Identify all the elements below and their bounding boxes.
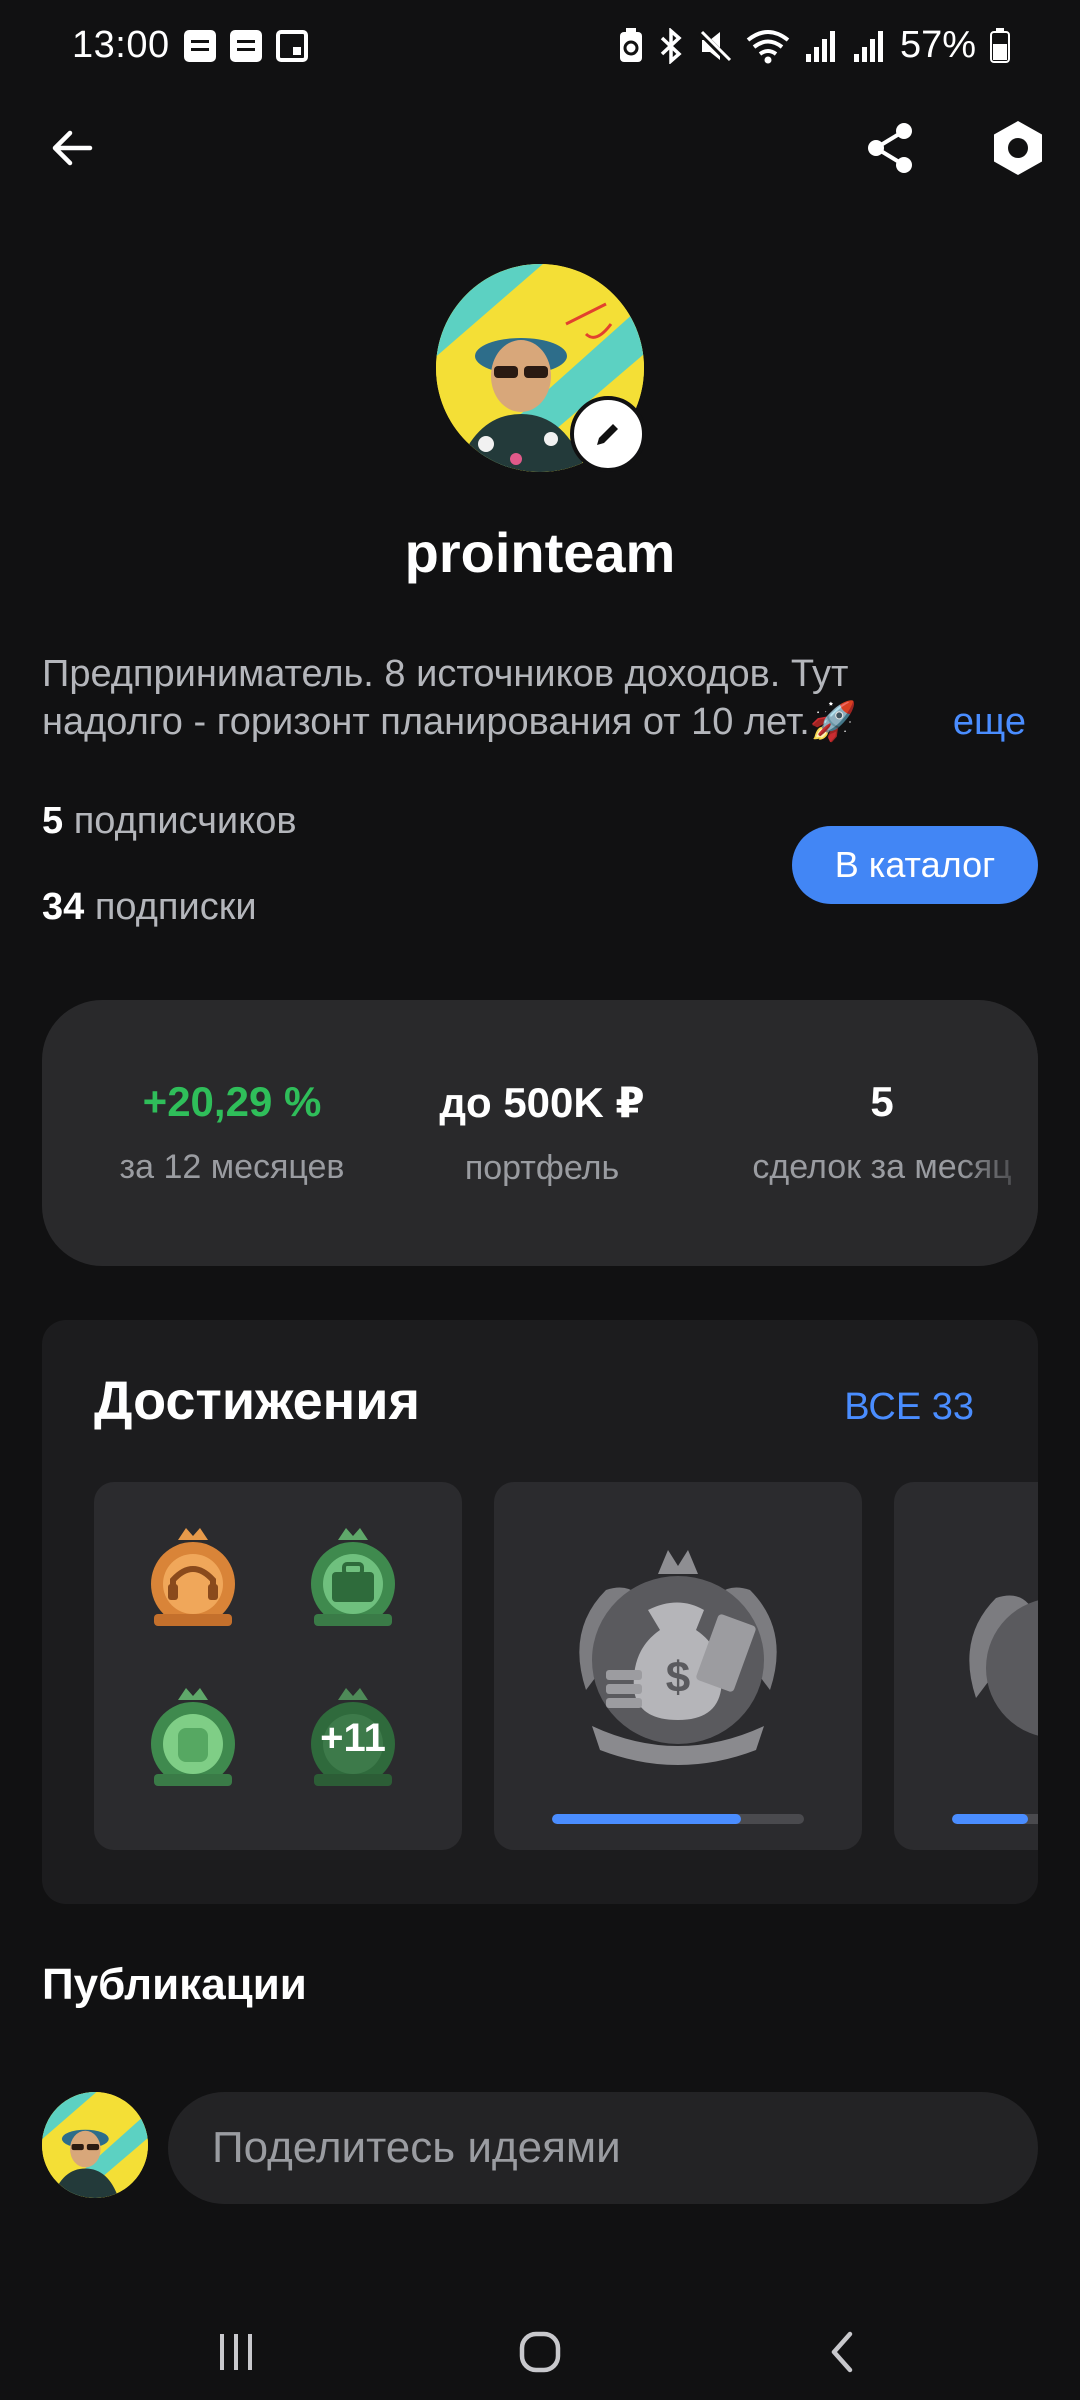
followers-label: подписчиков bbox=[73, 800, 297, 842]
publications-title: Публикации bbox=[42, 1960, 307, 2009]
progress-fill bbox=[952, 1814, 1028, 1824]
hand-badge-icon bbox=[151, 1688, 235, 1786]
catalog-button[interactable]: В каталог bbox=[792, 826, 1038, 904]
system-indicators: 57% bbox=[618, 24, 1010, 67]
headphones-badge-icon bbox=[151, 1528, 235, 1626]
achievements-card: Достижения ВСЕ 33 +11 $ bbox=[42, 1320, 1038, 1904]
avatar-image bbox=[42, 2092, 148, 2198]
home-button[interactable] bbox=[510, 2322, 570, 2382]
achievement-tile[interactable]: $ bbox=[494, 1482, 862, 1850]
notes-icon bbox=[230, 30, 262, 62]
stats-card[interactable]: +20,29 % за 12 месяцев до 500K ₽ портфел… bbox=[42, 1000, 1038, 1266]
compose-avatar bbox=[42, 2092, 148, 2198]
briefcase-badge-icon bbox=[311, 1528, 395, 1626]
compose-post-input[interactable]: Поделитесь идеями bbox=[168, 2092, 1038, 2204]
achievement-tile[interactable] bbox=[894, 1482, 1038, 1850]
wifi-icon bbox=[746, 29, 790, 63]
status-time: 13:00 bbox=[72, 24, 170, 66]
achievement-progress bbox=[552, 1814, 804, 1824]
mute-icon bbox=[697, 29, 732, 64]
pencil-icon bbox=[597, 424, 618, 445]
recent-apps-button[interactable] bbox=[206, 2322, 266, 2382]
battery-icon bbox=[990, 27, 1010, 63]
achievements-title: Достижения bbox=[94, 1371, 421, 1431]
following-label: подписки bbox=[94, 886, 257, 928]
top-app-bar bbox=[0, 100, 1080, 196]
calendar-icon bbox=[276, 30, 308, 62]
home-icon bbox=[519, 2331, 561, 2373]
notification-icons bbox=[184, 30, 308, 62]
svg-text:$: $ bbox=[666, 1653, 690, 1702]
followers-count: 5 bbox=[42, 800, 64, 842]
fade-overlay bbox=[958, 1000, 1038, 1266]
username: prointeam bbox=[404, 521, 676, 584]
system-navigation-bar bbox=[0, 2300, 1080, 2400]
stat-value: +20,29 % bbox=[142, 1078, 322, 1125]
battery-percent: 57% bbox=[899, 24, 976, 66]
bio-line-1: Предприниматель. 8 источников доходов. Т… bbox=[42, 653, 849, 695]
achievement-progress bbox=[952, 1814, 1038, 1824]
locked-badge-icon bbox=[969, 1595, 1038, 1736]
more-count: +11 bbox=[320, 1716, 386, 1760]
settings-button[interactable] bbox=[986, 116, 1050, 180]
stat-value: до 500K ₽ bbox=[439, 1079, 645, 1126]
back-nav-button[interactable] bbox=[812, 2322, 872, 2382]
money-bag-badge-icon: $ bbox=[579, 1550, 777, 1765]
bio-more-link[interactable]: еще bbox=[953, 698, 1026, 746]
status-bar: 13:00 57% bbox=[0, 0, 1080, 92]
edit-avatar-button[interactable] bbox=[570, 396, 646, 472]
achievements-all-link[interactable]: ВСЕ 33 bbox=[844, 1386, 974, 1429]
achievement-group-tile[interactable]: +11 bbox=[94, 1482, 462, 1850]
recent-apps-icon bbox=[220, 2334, 252, 2370]
profile-avatar-container bbox=[436, 264, 646, 472]
stat-label: портфель bbox=[464, 1149, 620, 1187]
share-icon bbox=[868, 123, 912, 173]
following-count: 34 bbox=[42, 886, 85, 928]
following-link[interactable]: 34 подписки bbox=[42, 886, 257, 929]
bluetooth-icon bbox=[660, 27, 682, 64]
stat-portfolio: до 500K ₽ портфель bbox=[392, 1078, 692, 1188]
bio-line-2: надолго - горизонт планирования от 10 ле… bbox=[42, 701, 858, 743]
progress-fill bbox=[552, 1814, 741, 1824]
battery-saver-icon bbox=[619, 27, 642, 62]
signal-icon bbox=[853, 30, 883, 62]
back-button[interactable] bbox=[40, 116, 104, 180]
stat-yield: +20,29 % за 12 месяцев bbox=[82, 1078, 382, 1187]
share-button[interactable] bbox=[858, 116, 922, 180]
chevron-left-icon bbox=[831, 2331, 853, 2373]
signal-icon bbox=[805, 30, 835, 62]
arrow-left-icon bbox=[52, 130, 93, 166]
stat-label: за 12 месяцев bbox=[119, 1148, 345, 1186]
profile-bio: Предприниматель. 8 источников доходов. Т… bbox=[42, 650, 1042, 746]
hexagon-settings-icon bbox=[994, 121, 1042, 175]
notes-icon bbox=[184, 30, 216, 62]
followers-link[interactable]: 5 подписчиков bbox=[42, 800, 297, 843]
